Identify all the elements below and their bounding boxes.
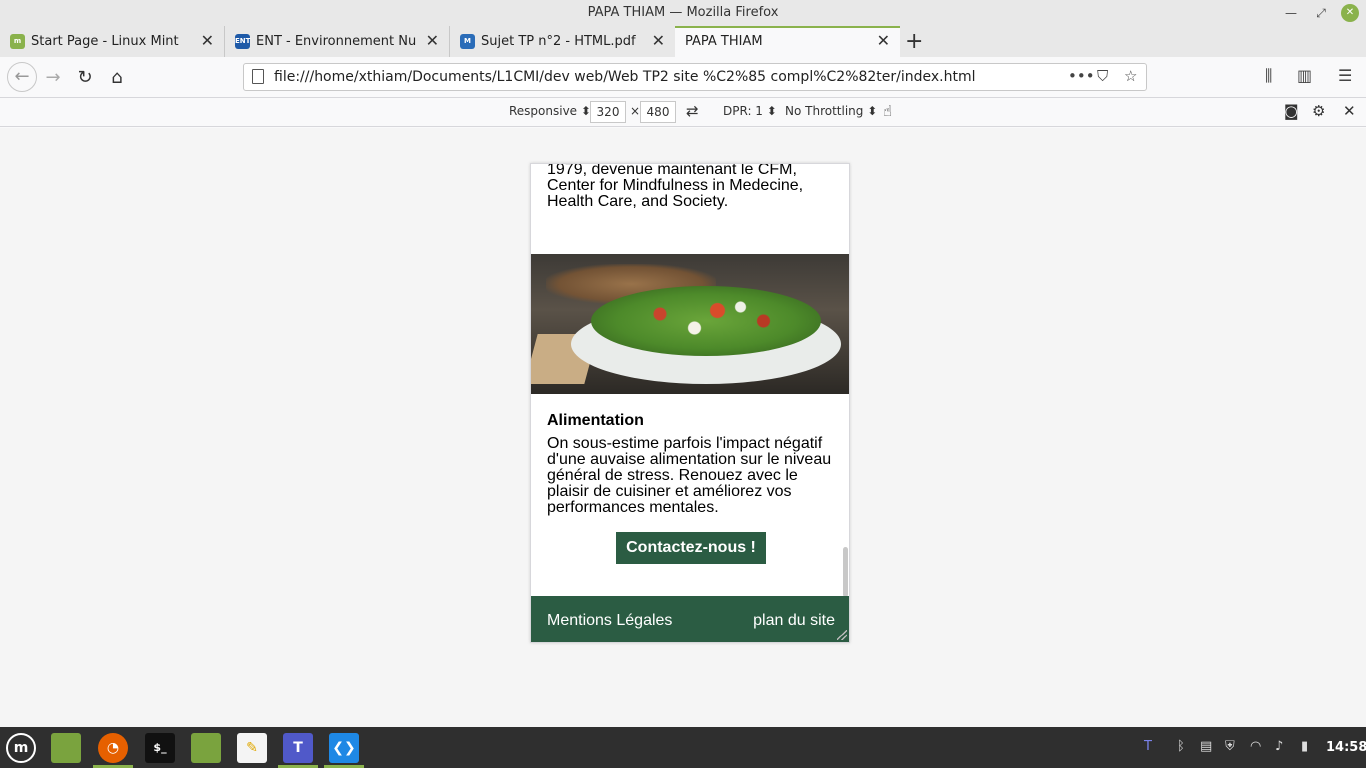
page-actions-icon[interactable]: •••: [1068, 67, 1095, 85]
close-window-icon[interactable]: ✕: [1341, 4, 1359, 22]
site-footer: Mentions Légales plan du site: [531, 596, 849, 642]
dpr-selector[interactable]: DPR: 1 ⬍: [723, 104, 777, 118]
page-scrollbar[interactable]: [843, 547, 848, 597]
alimentation-section: Alimentation On sous-estime parfois l'im…: [531, 412, 849, 564]
maximize-icon[interactable]: ⤢: [1312, 4, 1330, 22]
mint-menu-icon[interactable]: m: [6, 733, 36, 763]
section-text: On sous-estime parfois l'impact négatif …: [547, 435, 832, 516]
touch-simulation-icon[interactable]: ☝: [883, 102, 892, 120]
tab-label: PAPA THIAM: [685, 34, 763, 49]
device-label: Responsive: [509, 104, 578, 118]
tab-strip: m Start Page - Linux Mint ✕ ENT ENT - En…: [0, 26, 1366, 57]
close-tab-icon[interactable]: ✕: [877, 31, 890, 50]
window-titlebar: PAPA THIAM — Mozilla Firefox — ⤢ ✕: [0, 0, 1366, 26]
wifi-icon[interactable]: ◠: [1250, 739, 1261, 754]
library-icon[interactable]: ⫼: [1265, 66, 1272, 86]
menu-icon[interactable]: ☰: [1338, 66, 1352, 85]
ent-icon: ENT: [235, 34, 250, 49]
linux-mint-icon: m: [10, 34, 25, 49]
settings-gear-icon[interactable]: ⚙: [1312, 102, 1325, 120]
page-content: hospitalier du Massachusetts depuis 1979…: [531, 163, 849, 564]
sidebar-icon[interactable]: ▥: [1297, 66, 1312, 85]
text-editor-icon[interactable]: ✎: [237, 733, 267, 763]
bluetooth-icon[interactable]: ᛒ: [1177, 739, 1185, 754]
close-tab-icon[interactable]: ✕: [201, 31, 214, 50]
device-viewport[interactable]: hospitalier du Massachusetts depuis 1979…: [530, 163, 850, 643]
tab-start-page[interactable]: m Start Page - Linux Mint ✕: [0, 26, 225, 57]
home-icon[interactable]: ⌂: [104, 65, 130, 91]
back-icon[interactable]: ←: [7, 62, 37, 92]
dimension-separator: ×: [630, 104, 641, 118]
clipboard-icon[interactable]: ▤: [1200, 739, 1212, 754]
terminal-icon[interactable]: $_: [145, 733, 175, 763]
contact-button[interactable]: Contactez-nous !: [616, 532, 766, 564]
salad-image: [531, 254, 849, 394]
tab-label: Start Page - Linux Mint: [31, 34, 179, 49]
sitemap-link[interactable]: plan du site: [753, 612, 835, 630]
reload-icon[interactable]: ↻: [72, 65, 98, 91]
close-tab-icon[interactable]: ✕: [426, 31, 439, 50]
responsive-design-toolbar: Responsive ⬍ 320 × 480 ⇄ DPR: 1 ⬍ No Thr…: [0, 98, 1366, 127]
intro-paragraph: hospitalier du Massachusetts depuis 1979…: [547, 163, 804, 210]
navigation-toolbar: ← → ↻ ⌂ file:///home/xthiam/Documents/L1…: [0, 57, 1366, 98]
url-bar[interactable]: file:///home/xthiam/Documents/L1CMI/dev …: [243, 63, 1147, 91]
resize-handle-icon[interactable]: [837, 630, 847, 640]
throttling-selector[interactable]: No Throttling ⬍: [785, 104, 877, 118]
close-tab-icon[interactable]: ✕: [652, 31, 665, 50]
device-selector[interactable]: Responsive ⬍: [509, 104, 591, 118]
vscode-icon[interactable]: ❮❯: [329, 733, 359, 763]
show-desktop-icon[interactable]: [51, 733, 81, 763]
screenshot-icon[interactable]: ◙: [1284, 102, 1299, 120]
firefox-icon[interactable]: ◔: [98, 733, 128, 763]
pdf-icon: M: [460, 34, 475, 49]
legal-notice-link[interactable]: Mentions Légales: [547, 612, 672, 630]
viewport-width-input[interactable]: 320: [590, 101, 626, 123]
volume-icon[interactable]: ♪: [1275, 739, 1283, 754]
battery-icon[interactable]: ▮: [1301, 739, 1308, 754]
throttling-label: No Throttling: [785, 104, 864, 118]
shield-icon[interactable]: ⛨: [1225, 739, 1235, 754]
new-tab-icon[interactable]: +: [905, 29, 923, 54]
pocket-icon[interactable]: ⛉: [1097, 67, 1108, 85]
forward-icon[interactable]: →: [40, 65, 66, 91]
dpr-label: DPR: 1: [723, 104, 763, 118]
url-text[interactable]: file:///home/xthiam/Documents/L1CMI/dev …: [274, 69, 976, 85]
close-rdm-icon[interactable]: ✕: [1343, 102, 1356, 120]
tab-label: ENT - Environnement Numé: [256, 34, 416, 49]
files-icon[interactable]: [191, 733, 221, 763]
clock[interactable]: 14:58: [1326, 740, 1366, 755]
tab-pdf[interactable]: M Sujet TP n°2 - HTML.pdf ✕: [450, 26, 675, 57]
window-title: PAPA THIAM — Mozilla Firefox: [587, 5, 779, 20]
page-icon: [252, 69, 264, 84]
teams-icon[interactable]: T: [283, 733, 313, 763]
tab-ent[interactable]: ENT ENT - Environnement Numé ✕: [225, 26, 450, 57]
bookmark-star-icon[interactable]: ☆: [1124, 67, 1137, 85]
rotate-viewport-icon[interactable]: ⇄: [686, 102, 699, 120]
tab-label: Sujet TP n°2 - HTML.pdf: [481, 34, 636, 49]
taskbar: m ◔ $_ ✎ T ❮❯ T ᛒ ▤ ⛨ ◠ ♪ ▮ 14:58: [0, 727, 1366, 768]
section-title: Alimentation: [547, 412, 644, 429]
minimize-icon[interactable]: —: [1282, 4, 1300, 22]
tab-papa-thiam[interactable]: PAPA THIAM ✕: [675, 26, 900, 57]
cta-wrapper: Contactez-nous !: [547, 532, 835, 564]
viewport-area: hospitalier du Massachusetts depuis 1979…: [0, 128, 1366, 727]
salad-shape: [591, 286, 821, 356]
teams-tray-icon[interactable]: T: [1144, 739, 1152, 754]
viewport-height-input[interactable]: 480: [640, 101, 676, 123]
